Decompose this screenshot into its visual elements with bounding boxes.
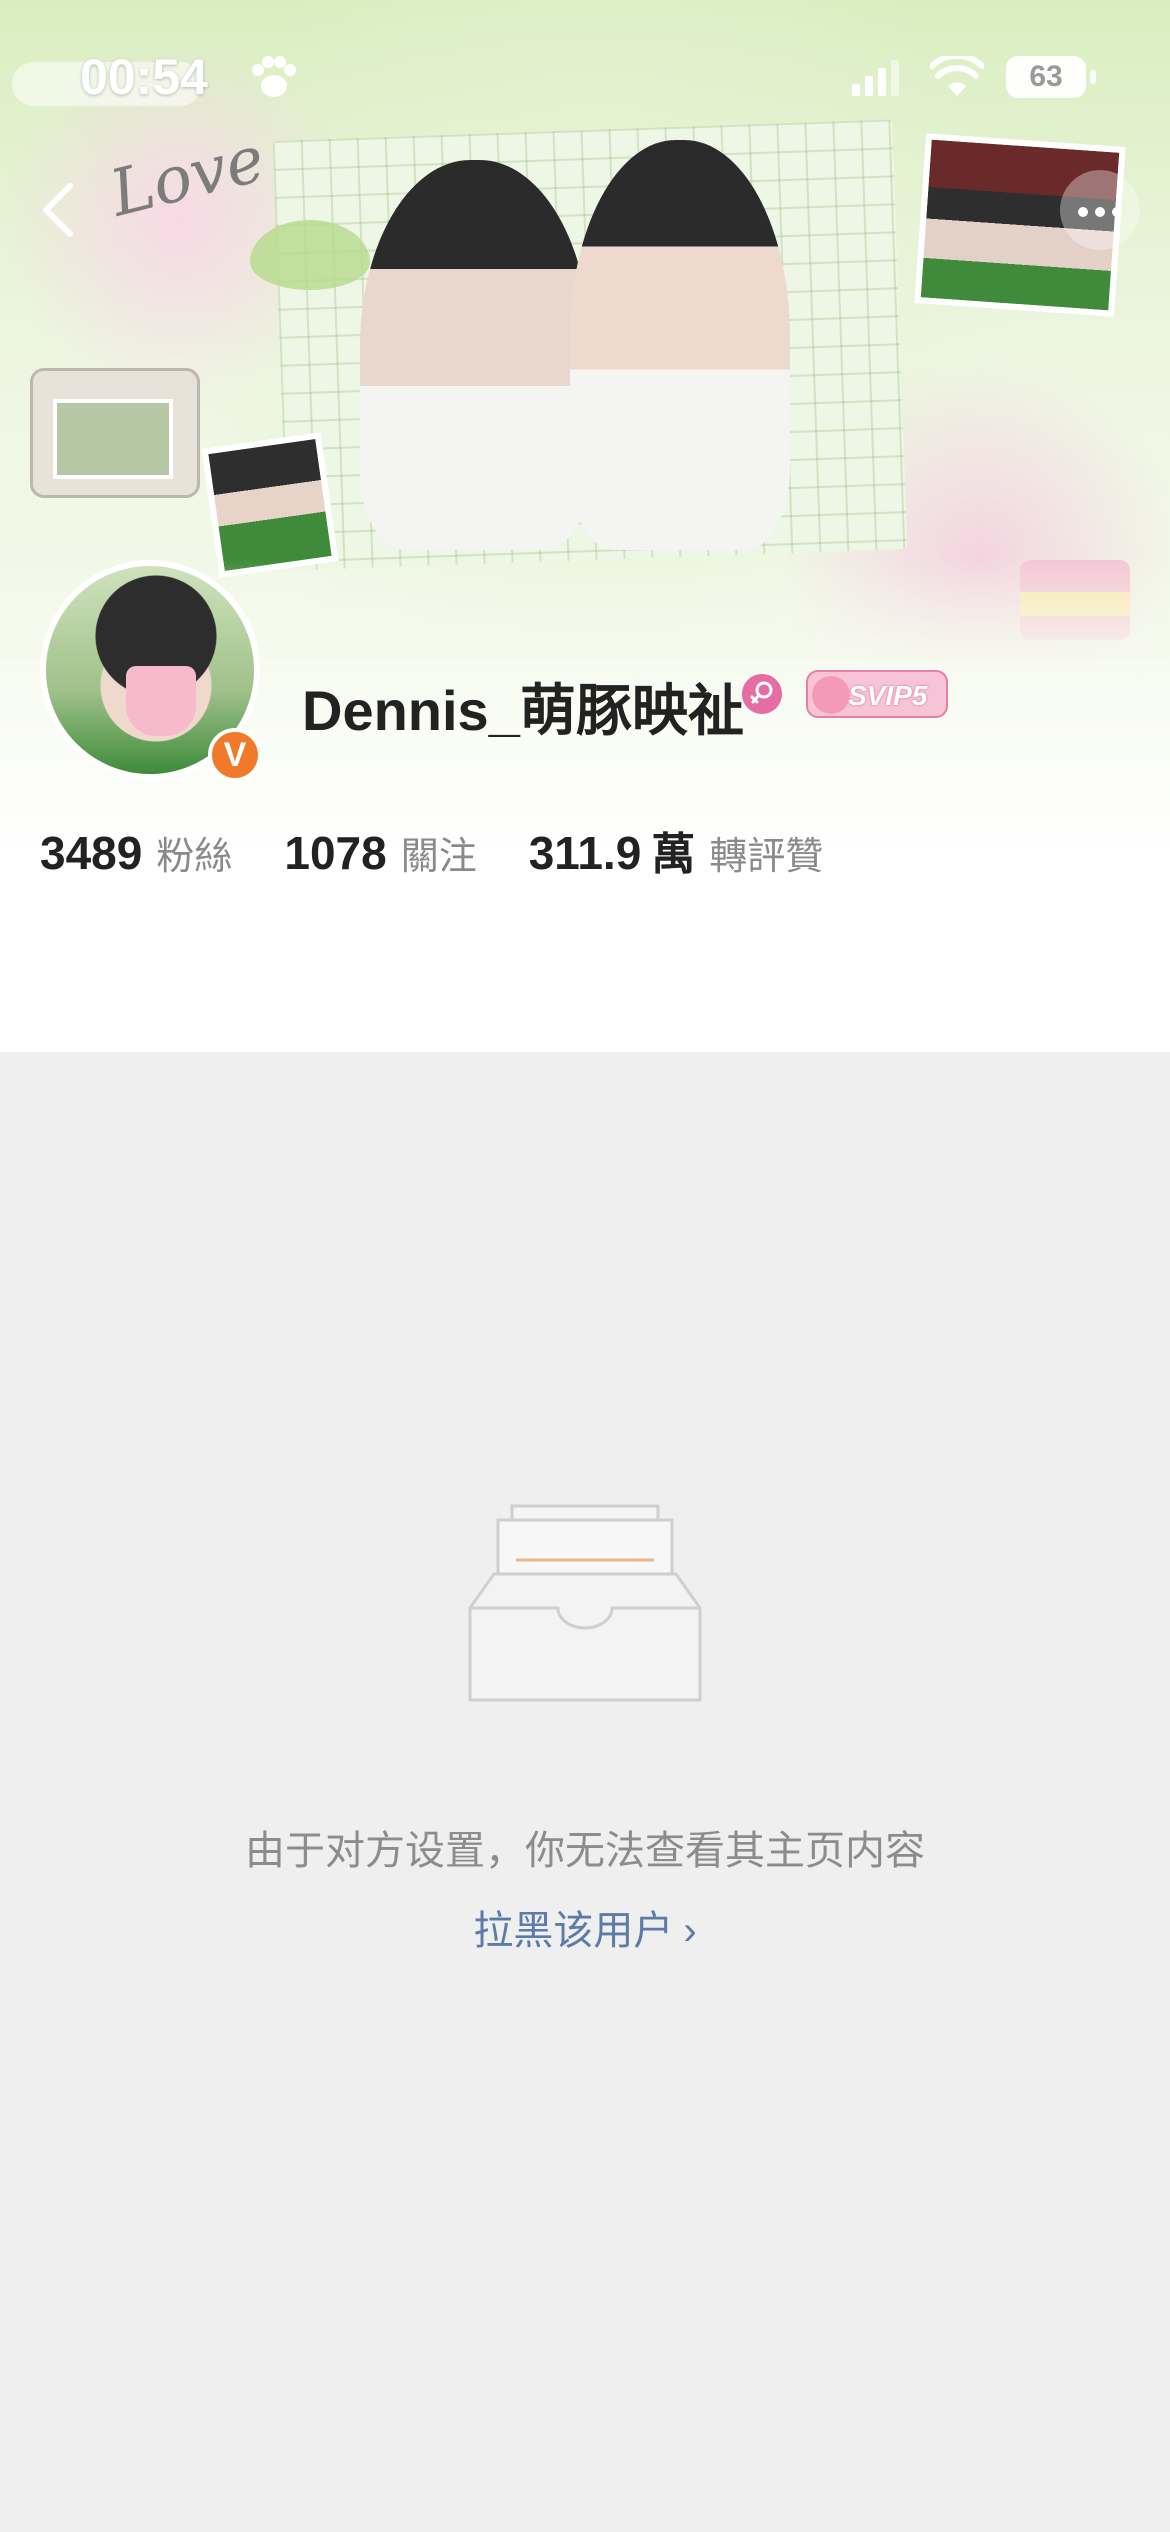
more-dots-icon[interactable] <box>1060 170 1140 250</box>
username: Dennis_萌豚映祉 <box>302 679 744 742</box>
svip-label: SVIP5 <box>848 680 928 711</box>
stat-following[interactable]: 1078 關注 <box>284 825 476 880</box>
stat-interactions[interactable]: 311.9 萬 轉評贊 <box>529 818 824 882</box>
chevron-right-icon: › <box>683 1909 697 1953</box>
stat-unit: 萬 <box>651 830 696 879</box>
svip-badge[interactable]: SVIP5 <box>806 670 948 718</box>
battery-indicator: 63 <box>1006 56 1086 98</box>
stat-value: 1078 <box>284 827 387 879</box>
signal-icon <box>852 60 899 96</box>
stat-label: 粉絲 <box>156 836 233 878</box>
cover-person-right <box>570 140 790 550</box>
stat-label: 轉評贊 <box>709 836 824 878</box>
block-user-link[interactable]: 拉黑该用户 › <box>0 1898 1170 1956</box>
stat-label: 關注 <box>400 836 477 878</box>
stat-value: 3489 <box>40 827 143 879</box>
status-time: 00:54 <box>80 49 208 105</box>
battery-tip <box>1090 70 1096 84</box>
wifi-icon <box>930 56 984 96</box>
profile-header: Love <box>0 0 1170 1052</box>
camera-decoration <box>30 368 200 498</box>
back-arrow-icon[interactable] <box>20 170 100 250</box>
paw-icon <box>252 56 296 97</box>
empty-inbox-icon <box>468 1504 702 1702</box>
female-icon <box>742 674 782 714</box>
profile-stats: 3489 粉絲 1078 關注 311.9 萬 轉評贊 <box>40 818 875 880</box>
verified-badge: V <box>208 728 262 782</box>
stat-followers[interactable]: 3489 粉絲 <box>40 825 232 880</box>
privacy-message: 由于对方设置，你无法查看其主页内容 <box>245 1829 925 1873</box>
cover-love-text: Love <box>103 122 272 232</box>
pig-icon <box>812 676 850 714</box>
cover-small-photo <box>201 432 339 578</box>
stat-value: 311.9 <box>528 827 642 879</box>
block-user-label: 拉黑该用户 <box>473 1909 674 1953</box>
cover-person-left <box>360 160 590 550</box>
battery-level: 63 <box>1029 60 1063 93</box>
